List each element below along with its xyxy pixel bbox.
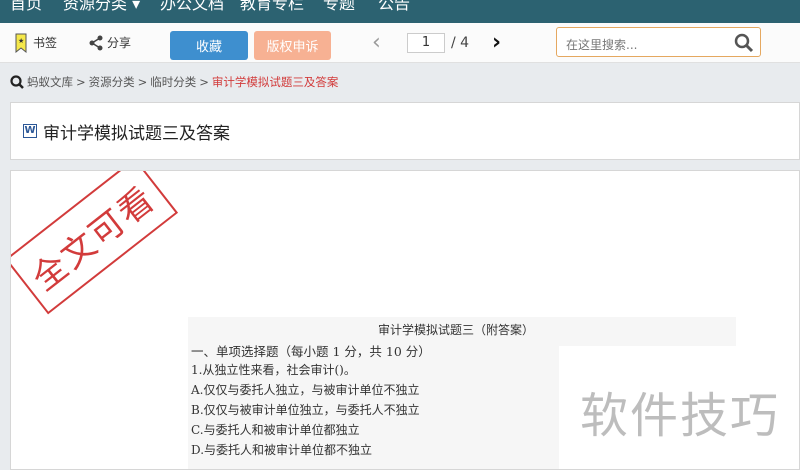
svg-text:★: ★ — [18, 37, 24, 45]
copyright-button[interactable]: 版权申诉 — [254, 31, 331, 60]
next-page-icon[interactable]: › — [492, 23, 501, 62]
search-placeholder: 在这里搜索... — [566, 38, 638, 52]
crumb-categories[interactable]: 资源分类 — [89, 74, 135, 90]
share-button[interactable]: 分享 — [88, 23, 131, 62]
bookmark-icon: ★ — [15, 33, 27, 53]
crumb-sep: > — [76, 75, 86, 89]
bookmark-label: 书签 — [33, 36, 58, 50]
nav-categories[interactable]: 资源分类 ▾ — [63, 0, 140, 14]
top-nav: 首页 资源分类 ▾ 办公文档 教育专栏 专题 公告 — [0, 0, 800, 23]
doc-line: 一、单项选择题（每小题 1 分，共 10 分） — [191, 344, 431, 359]
favorite-button[interactable]: 收藏 — [170, 31, 248, 60]
doc-line: 1.从独立性来看，社会审计()。 — [191, 363, 356, 377]
page-title: 审计学模拟试题三及答案 — [43, 123, 230, 144]
search-input[interactable]: 在这里搜索... — [556, 27, 761, 57]
nav-home[interactable]: 首页 — [10, 0, 42, 14]
doc-line: B.仅仅与被审计单位独立，与委托人不独立 — [191, 403, 420, 417]
search-icon[interactable] — [734, 33, 754, 53]
document-viewer: 全文可看 审计学模拟试题三（附答案） 一、单项选择题（每小题 1 分，共 10 … — [10, 170, 800, 470]
share-icon — [89, 35, 103, 50]
word-icon: W — [23, 124, 37, 138]
watermark: 软件技巧 — [559, 346, 799, 469]
doc-line: A.仅仅与委托人独立，与被审计单位不独立 — [191, 383, 420, 397]
crumb-home[interactable]: 蚂蚁文库 — [27, 74, 73, 90]
nav-education[interactable]: 教育专栏 — [240, 0, 304, 14]
crumb-temp[interactable]: 临时分类 — [150, 74, 196, 90]
nav-office[interactable]: 办公文档 — [160, 0, 224, 14]
doc-line: 审计学模拟试题三（附答案） — [378, 323, 535, 337]
nav-notice[interactable]: 公告 — [378, 0, 410, 14]
crumb-sep: > — [137, 75, 148, 89]
nav-topics[interactable]: 专题 — [323, 0, 355, 14]
share-label: 分享 — [107, 36, 132, 50]
prev-page-icon[interactable]: ‹ — [372, 23, 381, 62]
full-text-stamp: 全文可看 — [11, 171, 179, 315]
crumb-sep: > — [199, 75, 209, 89]
toolbar: ★ 书签 分享 收藏 版权申诉 ‹ 1 / 4 › 在这里搜索... — [0, 23, 800, 63]
page-total: / 4 — [451, 34, 470, 51]
doc-line: C.与委托人和被审计单位都独立 — [191, 423, 360, 437]
search-icon — [10, 75, 24, 89]
breadcrumb: 蚂蚁文库 > 资源分类 > 临时分类 > 审计学模拟试题三及答案 — [10, 74, 338, 90]
doc-line: D.与委托人和被审计单位都不独立 — [191, 443, 373, 457]
crumb-current: 审计学模拟试题三及答案 — [211, 75, 339, 89]
bookmark-button[interactable]: ★ 书签 — [15, 23, 57, 62]
page-input[interactable]: 1 — [407, 33, 445, 53]
doc-title-box: W 审计学模拟试题三及答案 — [10, 102, 800, 160]
